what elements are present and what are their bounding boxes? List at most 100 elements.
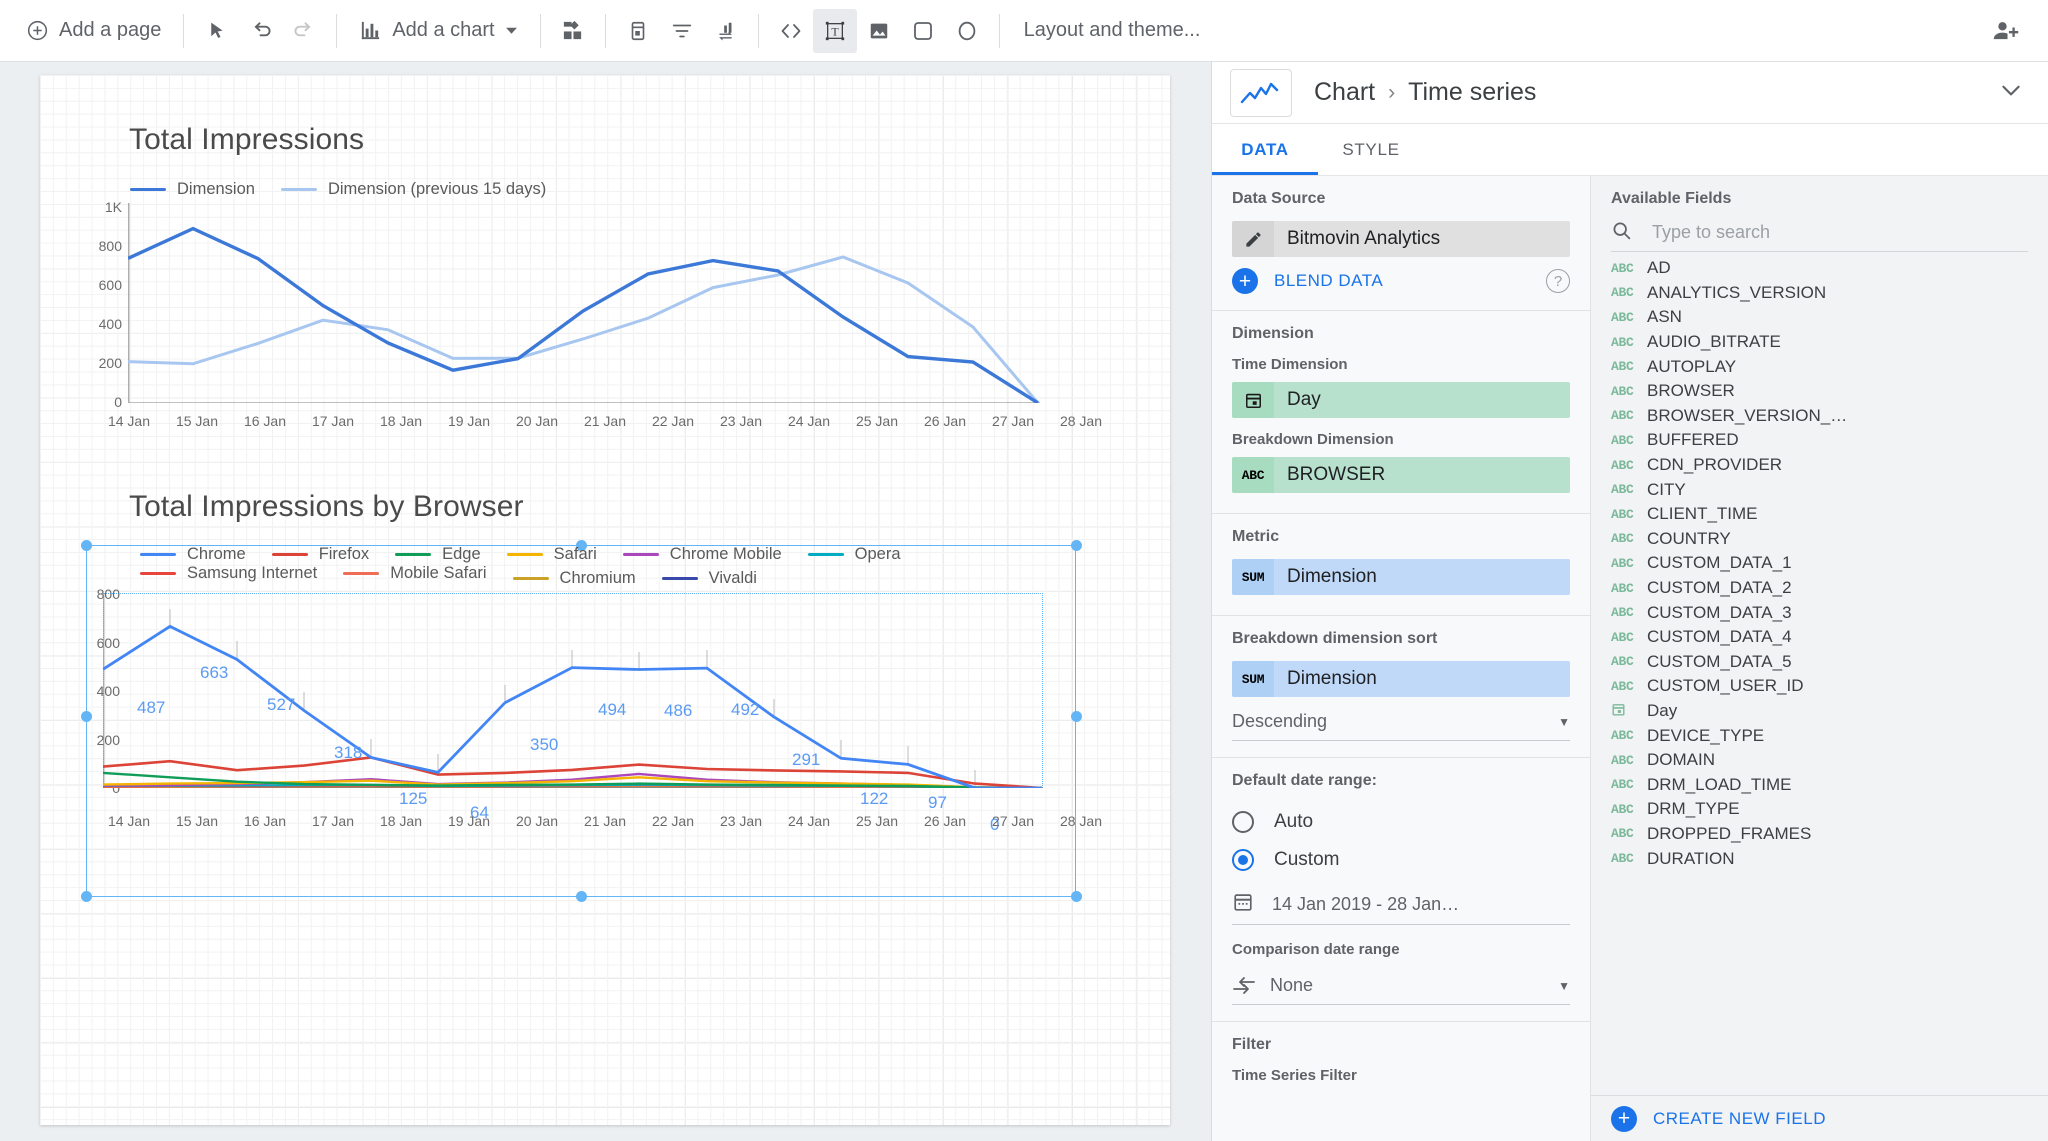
tab-data[interactable]: DATA xyxy=(1212,124,1318,175)
add-chart-button[interactable]: Add a chart xyxy=(347,9,529,53)
field-item[interactable]: ABC DRM_TYPE xyxy=(1591,797,2048,822)
legend-item[interactable]: Chrome Mobile xyxy=(622,545,782,564)
field-item[interactable]: ABC CUSTOM_DATA_5 xyxy=(1591,650,2048,675)
select-tool-button[interactable] xyxy=(194,9,238,53)
filter-item[interactable]: Time Series Filter xyxy=(1232,1067,1570,1084)
undo-button[interactable] xyxy=(238,9,282,53)
resize-handle-mr[interactable] xyxy=(1071,711,1082,722)
field-item[interactable]: ABC DOMAIN xyxy=(1591,748,2048,773)
plus-icon[interactable]: + xyxy=(1232,268,1258,294)
legend-item[interactable]: Opera xyxy=(807,545,901,564)
chart-type-thumbnail[interactable] xyxy=(1230,68,1292,117)
field-item[interactable]: ABC AD xyxy=(1591,256,2048,281)
field-item[interactable]: ABC DROPPED_FRAMES xyxy=(1591,822,2048,847)
text-box-button[interactable]: T xyxy=(812,8,857,53)
legend-item[interactable]: Dimension xyxy=(130,180,255,199)
field-item[interactable]: ABC CUSTOM_USER_ID xyxy=(1591,674,2048,699)
chart1-plot[interactable] xyxy=(128,203,1040,403)
field-item[interactable]: ABC AUTOPLAY xyxy=(1591,354,2048,379)
breadcrumb-root[interactable]: Chart xyxy=(1314,78,1375,107)
legend-item[interactable]: Safari xyxy=(506,545,597,564)
blend-data-button[interactable]: BLEND DATA xyxy=(1274,271,1383,291)
add-person-icon[interactable] xyxy=(1982,7,2030,55)
legend-item[interactable]: Chromium xyxy=(512,569,636,588)
breakdown-dimension-chip[interactable]: ABC BROWSER xyxy=(1232,457,1570,493)
field-item[interactable]: Day xyxy=(1591,699,2048,724)
resize-handle-bm[interactable] xyxy=(576,891,587,902)
layout-and-theme-button[interactable]: Layout and theme... xyxy=(1010,19,1215,42)
resize-handle-br[interactable] xyxy=(1071,891,1082,902)
date-range-auto-option[interactable]: Auto xyxy=(1232,803,1570,841)
field-item[interactable]: ABC BROWSER xyxy=(1591,379,2048,404)
field-item[interactable]: ABC CUSTOM_DATA_2 xyxy=(1591,576,2048,601)
date-range-custom-option[interactable]: Custom xyxy=(1232,841,1570,879)
legend-item[interactable]: Samsung Internet xyxy=(140,564,317,583)
pencil-icon[interactable] xyxy=(1232,221,1274,257)
rectangle-button[interactable] xyxy=(901,9,945,53)
report-canvas[interactable]: Total Impressions Dimension Dimension (p… xyxy=(0,62,1211,1141)
legend-item[interactable]: Dimension (previous 15 days) xyxy=(280,180,546,199)
panel-columns: Data Source Bitmovin Analytics + BLEND D… xyxy=(1212,176,2048,1141)
resize-handle-tl[interactable] xyxy=(81,540,92,551)
date-range-control-button[interactable] xyxy=(616,9,660,53)
add-page-button[interactable]: Add a page xyxy=(14,9,173,53)
sort-direction-select[interactable]: Descending ▼ xyxy=(1232,703,1570,741)
legend-item[interactable]: Edge xyxy=(395,545,481,564)
report-page[interactable]: Total Impressions Dimension Dimension (p… xyxy=(40,75,1170,1125)
field-item[interactable]: ABC CDN_PROVIDER xyxy=(1591,453,2048,478)
create-new-field-row[interactable]: + CREATE NEW FIELD xyxy=(1591,1095,2048,1141)
field-item[interactable]: ABC DURATION xyxy=(1591,846,2048,871)
xtick: 25 Jan xyxy=(855,413,899,429)
redo-button[interactable] xyxy=(282,9,326,53)
circle-button[interactable] xyxy=(945,9,989,53)
chevron-down-icon[interactable] xyxy=(1992,71,2030,114)
field-item[interactable]: ABC ASN xyxy=(1591,305,2048,330)
help-icon[interactable]: ? xyxy=(1546,269,1570,293)
toolbar-divider-5 xyxy=(757,13,759,48)
field-name: CITY xyxy=(1647,479,1686,499)
breadcrumb-separator-icon: › xyxy=(1388,80,1396,104)
legend-item[interactable]: Chrome xyxy=(140,545,246,564)
field-item[interactable]: ABC CUSTOM_DATA_3 xyxy=(1591,600,2048,625)
field-item[interactable]: ABC DRM_LOAD_TIME xyxy=(1591,772,2048,797)
filter-control-button[interactable] xyxy=(660,9,704,53)
available-fields-list[interactable]: ABC AD ABC ANALYTICS_VERSION ABC ASN ABC AUD… xyxy=(1591,256,2048,871)
chart2-plot[interactable] xyxy=(103,593,1043,788)
resize-handle-tr[interactable] xyxy=(1071,540,1082,551)
search-input[interactable] xyxy=(1652,222,1982,243)
field-name: CUSTOM_USER_ID xyxy=(1647,676,1804,696)
field-item[interactable]: ABC AUDIO_BITRATE xyxy=(1591,330,2048,355)
sort-control-button[interactable] xyxy=(704,9,748,53)
radio-custom[interactable] xyxy=(1232,849,1254,871)
field-item[interactable]: ABC CLIENT_TIME xyxy=(1591,502,2048,527)
resize-handle-ml[interactable] xyxy=(81,711,92,722)
plus-icon[interactable]: + xyxy=(1611,1105,1637,1132)
tab-style[interactable]: STYLE xyxy=(1318,124,1424,175)
custom-date-range-field[interactable]: 14 Jan 2019 - 28 Jan… xyxy=(1232,885,1570,925)
comparison-date-range-select[interactable]: None ▼ xyxy=(1232,967,1570,1005)
resize-handle-bl[interactable] xyxy=(81,891,92,902)
time-dimension-chip[interactable]: Day xyxy=(1232,382,1570,418)
field-item[interactable]: ABC ANALYTICS_VERSION xyxy=(1591,281,2048,306)
community-visualization-button[interactable] xyxy=(551,9,595,53)
field-item[interactable]: ABC BUFFERED xyxy=(1591,428,2048,453)
create-new-field-button[interactable]: CREATE NEW FIELD xyxy=(1653,1109,1826,1129)
field-item[interactable]: ABC DEVICE_TYPE xyxy=(1591,723,2048,748)
data-source-chip[interactable]: Bitmovin Analytics xyxy=(1232,221,1570,257)
field-item[interactable]: ABC COUNTRY xyxy=(1591,527,2048,552)
radio-auto[interactable] xyxy=(1232,811,1254,833)
legend-label: Opera xyxy=(854,545,901,563)
field-item[interactable]: ABC BROWSER_VERSION_… xyxy=(1591,404,2048,429)
field-item[interactable]: ABC CITY xyxy=(1591,477,2048,502)
metric-chip[interactable]: SUM Dimension xyxy=(1232,559,1570,595)
legend-item[interactable]: Firefox xyxy=(271,545,369,564)
legend-item[interactable]: Mobile Safari xyxy=(343,564,487,583)
embed-code-button[interactable] xyxy=(769,9,813,53)
field-search-row[interactable] xyxy=(1611,214,2028,252)
breakdown-sort-chip[interactable]: SUM Dimension xyxy=(1232,661,1570,697)
legend-item[interactable]: Vivaldi xyxy=(661,569,757,588)
field-item[interactable]: ABC CUSTOM_DATA_4 xyxy=(1591,625,2048,650)
image-button[interactable] xyxy=(857,9,901,53)
field-name: DRM_LOAD_TIME xyxy=(1647,774,1792,794)
field-item[interactable]: ABC CUSTOM_DATA_1 xyxy=(1591,551,2048,576)
